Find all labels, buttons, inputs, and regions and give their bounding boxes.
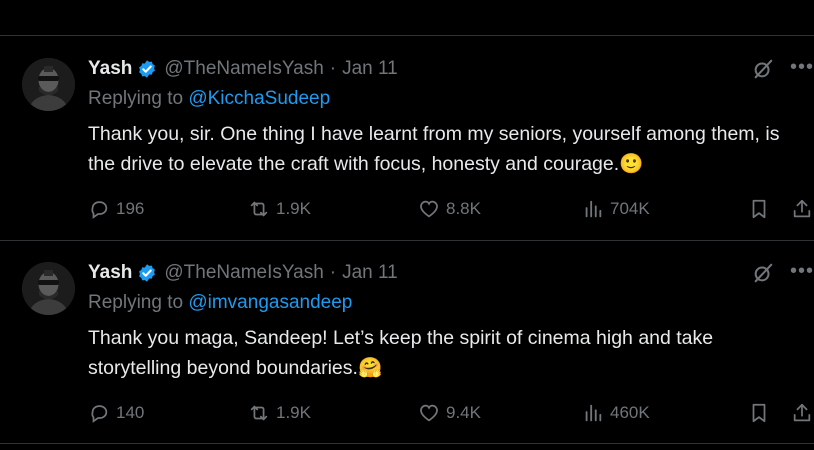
views-chart-icon [585,404,602,422]
author-name[interactable]: Yash [88,58,132,80]
bookmark-button[interactable] [748,198,770,220]
like-count: 9.4K [446,403,481,422]
share-icon [793,199,811,218]
tweet-text-content: Thank you, sir. One thing I have learnt … [88,123,780,175]
tweet[interactable]: Yash @TheNameIsYash · Jan 11 ••• Replyin… [0,36,814,240]
tweet-text: Thank you maga, Sandeep! Let’s keep the … [88,324,788,383]
heart-icon [420,200,438,218]
views-button[interactable]: 704K [582,198,650,220]
bottom-divider [0,443,814,444]
tweet-actions: 140 1.9K 9.4K 460K [88,402,814,428]
views-count: 704K [610,199,650,218]
replying-prefix: Replying to [88,292,184,313]
author-name[interactable]: Yash [88,262,132,284]
reply-button[interactable]: 196 [88,198,144,220]
reply-count: 140 [116,403,145,422]
separator-dot: · [329,262,337,283]
tweet[interactable]: Yash @TheNameIsYash · Jan 11 ••• Replyin… [0,240,814,444]
avatar-silhouette-icon [22,262,75,315]
like-count: 8.8K [446,199,481,218]
views-chart-icon [585,200,602,218]
tweet-header: Yash @TheNameIsYash · Jan 11 [88,260,398,286]
replying-to-link[interactable]: @imvangasandeep [188,292,352,313]
repost-button[interactable]: 1.9K [248,198,311,220]
share-button[interactable] [791,198,813,220]
reply-icon [91,405,108,423]
verified-badge-icon[interactable] [137,263,157,283]
grok-icon[interactable] [752,262,774,284]
more-options-icon[interactable]: ••• [790,56,814,79]
share-icon [793,403,811,422]
author-handle[interactable]: @TheNameIsYash [164,58,323,80]
avatar-silhouette-icon [22,58,75,111]
hugging-face-emoji-icon: 🤗 [357,356,383,379]
reply-icon [91,201,108,219]
repost-icon [250,201,268,217]
heart-icon [420,404,438,422]
tweet-text: Thank you, sir. One thing I have learnt … [88,120,788,179]
views-count: 460K [610,403,650,422]
repost-button[interactable]: 1.9K [248,402,311,424]
bookmark-button[interactable] [748,402,770,424]
reply-count: 196 [116,199,145,218]
avatar[interactable] [22,262,75,315]
bookmark-icon [752,199,766,219]
replying-prefix: Replying to [88,88,184,109]
separator-dot: · [329,58,337,79]
more-options-icon[interactable]: ••• [790,260,814,283]
like-button[interactable]: 9.4K [418,402,481,424]
tweet-actions: 196 1.9K 8.8K 704K [88,198,814,224]
like-button[interactable]: 8.8K [418,198,481,220]
tweet-date[interactable]: Jan 11 [342,58,398,80]
reply-button[interactable]: 140 [88,402,144,424]
bookmark-icon [752,403,766,423]
grok-icon[interactable] [752,58,774,80]
slightly-smiling-face-emoji-icon: 🙂 [619,152,644,175]
repost-count: 1.9K [276,403,311,422]
views-button[interactable]: 460K [582,402,650,424]
verified-badge-icon[interactable] [137,59,157,79]
repost-count: 1.9K [276,199,311,218]
author-handle[interactable]: @TheNameIsYash [164,262,323,284]
tweet-date[interactable]: Jan 11 [342,262,398,284]
repost-icon [250,405,268,421]
replying-to: Replying to @KicchaSudeep [88,88,330,110]
avatar[interactable] [22,58,75,111]
share-button[interactable] [791,402,813,424]
tweet-header: Yash @TheNameIsYash · Jan 11 [88,56,398,82]
replying-to-link[interactable]: @KicchaSudeep [188,88,330,109]
replying-to: Replying to @imvangasandeep [88,292,352,314]
tweet-text-content: Thank you maga, Sandeep! Let’s keep the … [88,327,714,379]
